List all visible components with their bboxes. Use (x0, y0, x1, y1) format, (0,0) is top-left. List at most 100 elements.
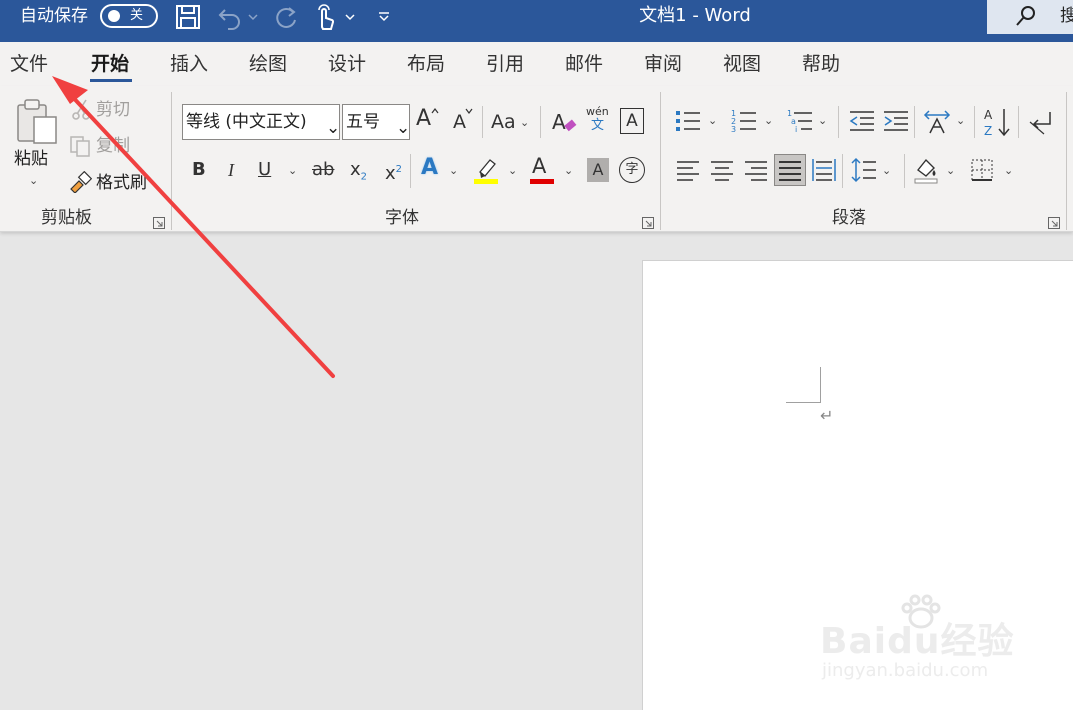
phonetic-guide-bottom[interactable]: 文 (591, 119, 604, 133)
subscript-button[interactable]: x2 (350, 158, 367, 190)
font-size-combo[interactable]: 五号 ⌄ (342, 104, 410, 140)
increase-indent-icon[interactable] (882, 106, 910, 136)
tab-home[interactable]: 开始 (91, 52, 129, 76)
autosave-toggle[interactable]: 关 (100, 4, 158, 28)
clear-formatting-icon[interactable]: A (550, 108, 578, 136)
search-box[interactable]: 搜 (987, 0, 1073, 34)
bold-button[interactable]: B (192, 158, 206, 182)
superscript-suffix: 2 (395, 164, 403, 175)
tab-draw[interactable]: 绘图 (249, 52, 287, 76)
font-size-dropdown-icon[interactable]: ⌄ (396, 117, 410, 139)
tab-layout[interactable]: 布局 (407, 52, 445, 76)
font-size-value: 五号 (346, 112, 380, 132)
cut-icon[interactable] (70, 97, 92, 121)
font-launcher-icon[interactable] (642, 214, 654, 229)
change-case-dropdown-icon[interactable]: ⌄ (520, 116, 529, 129)
tab-design[interactable]: 设计 (328, 52, 366, 76)
separator (914, 106, 915, 138)
bullets-icon[interactable] (674, 106, 702, 136)
redo-icon[interactable] (270, 3, 302, 31)
highlight-dropdown-icon[interactable]: ⌄ (508, 164, 517, 177)
separator (1018, 106, 1019, 138)
watermark-sub: jingyan.baidu.com (822, 660, 989, 681)
tab-file[interactable]: 文件 (10, 52, 48, 76)
tab-references[interactable]: 引用 (486, 52, 524, 76)
grow-font-button[interactable]: A (416, 107, 431, 131)
character-shading-label: A (592, 160, 604, 179)
chinese-layout-dropdown-icon[interactable]: ⌄ (956, 114, 965, 127)
search-label: 搜 (1060, 6, 1073, 26)
paste-dropdown-icon[interactable]: ⌄ (29, 174, 38, 187)
decrease-indent-icon[interactable] (848, 106, 876, 136)
align-center-icon[interactable] (708, 156, 736, 184)
multilevel-list-icon[interactable]: 1ai (786, 106, 814, 136)
separator (410, 154, 411, 188)
sort-icon[interactable]: AZ (982, 106, 1012, 138)
shading-dropdown-icon[interactable]: ⌄ (946, 164, 955, 177)
justify-icon[interactable] (774, 154, 806, 186)
cut-label[interactable]: 剪切 (96, 99, 130, 121)
paragraph-launcher-icon[interactable] (1048, 214, 1060, 229)
ribbon-tabs: 文件 开始 插入 绘图 设计 布局 引用 邮件 审阅 视图 帮助 (0, 42, 1073, 86)
text-effects-dropdown-icon[interactable]: ⌄ (449, 164, 458, 177)
numbering-icon[interactable]: 123 (730, 106, 758, 136)
undo-dropdown-icon[interactable] (246, 3, 260, 31)
tab-insert[interactable]: 插入 (170, 52, 208, 76)
customize-toolbar-icon[interactable] (374, 3, 394, 31)
phonetic-guide-top[interactable]: wén (586, 106, 609, 118)
character-shading-icon[interactable]: A (587, 158, 609, 182)
tab-review[interactable]: 审阅 (644, 52, 682, 76)
tab-view[interactable]: 视图 (723, 52, 761, 76)
underline-dropdown-icon[interactable]: ⌄ (288, 164, 297, 177)
bullets-dropdown-icon[interactable]: ⌄ (708, 114, 717, 127)
touch-mode-icon[interactable] (310, 3, 340, 31)
borders-dropdown-icon[interactable]: ⌄ (1004, 164, 1013, 177)
tab-mailings[interactable]: 邮件 (565, 52, 603, 76)
strikethrough-button[interactable]: ab (312, 158, 334, 182)
separator (540, 106, 541, 138)
undo-icon[interactable] (214, 3, 246, 31)
autosave-label: 自动保存 (20, 6, 88, 26)
line-spacing-dropdown-icon[interactable]: ⌄ (882, 164, 891, 177)
touch-mode-dropdown-icon[interactable] (342, 3, 358, 31)
copy-label[interactable]: 复制 (96, 135, 130, 157)
paste-label[interactable]: 粘贴 (14, 148, 48, 170)
shading-icon[interactable] (912, 156, 940, 184)
text-effects-button[interactable]: A (421, 156, 438, 180)
svg-text:3: 3 (731, 125, 736, 134)
autosave-state: 关 (130, 8, 144, 23)
format-painter-icon[interactable] (68, 170, 92, 194)
show-marks-icon[interactable] (1026, 108, 1054, 136)
italic-button[interactable]: I (228, 158, 234, 182)
underline-button[interactable]: U (258, 158, 271, 182)
change-case-button[interactable]: Aa (491, 110, 516, 134)
multilevel-list-dropdown-icon[interactable]: ⌄ (818, 114, 827, 127)
watermark-main: Baidu经验 (820, 621, 1015, 662)
font-name-dropdown-icon[interactable]: ⌄ (326, 117, 340, 139)
numbering-dropdown-icon[interactable]: ⌄ (764, 114, 773, 127)
enclose-characters-icon[interactable]: 字 (619, 157, 645, 183)
clipboard-launcher-icon[interactable] (153, 214, 165, 229)
superscript-button[interactable]: x2 (385, 158, 402, 186)
character-border-label: A (626, 111, 638, 131)
copy-icon[interactable] (68, 134, 92, 158)
font-color-dropdown-icon[interactable]: ⌄ (564, 164, 573, 177)
svg-text:A: A (984, 108, 993, 122)
align-right-icon[interactable] (742, 156, 770, 184)
chinese-layout-icon[interactable] (922, 106, 952, 136)
subscript-suffix: 2 (360, 171, 368, 183)
character-border-icon[interactable]: A (620, 108, 644, 134)
watermark: Baidu经验 jingyan.baidu.com (820, 594, 1040, 694)
align-left-icon[interactable] (674, 156, 702, 184)
paste-icon[interactable] (12, 96, 62, 146)
borders-icon[interactable] (968, 156, 996, 184)
font-name-combo[interactable]: 等线 (中文正文) ⌄ (182, 104, 340, 140)
format-painter-label[interactable]: 格式刷 (96, 172, 147, 194)
tab-help[interactable]: 帮助 (802, 52, 840, 76)
save-icon[interactable] (172, 3, 204, 31)
distributed-icon[interactable] (810, 156, 838, 184)
superscript-label: x (385, 163, 396, 184)
font-color-button[interactable]: A (532, 154, 546, 178)
highlight-icon[interactable] (472, 156, 500, 184)
line-spacing-icon[interactable] (850, 156, 878, 184)
